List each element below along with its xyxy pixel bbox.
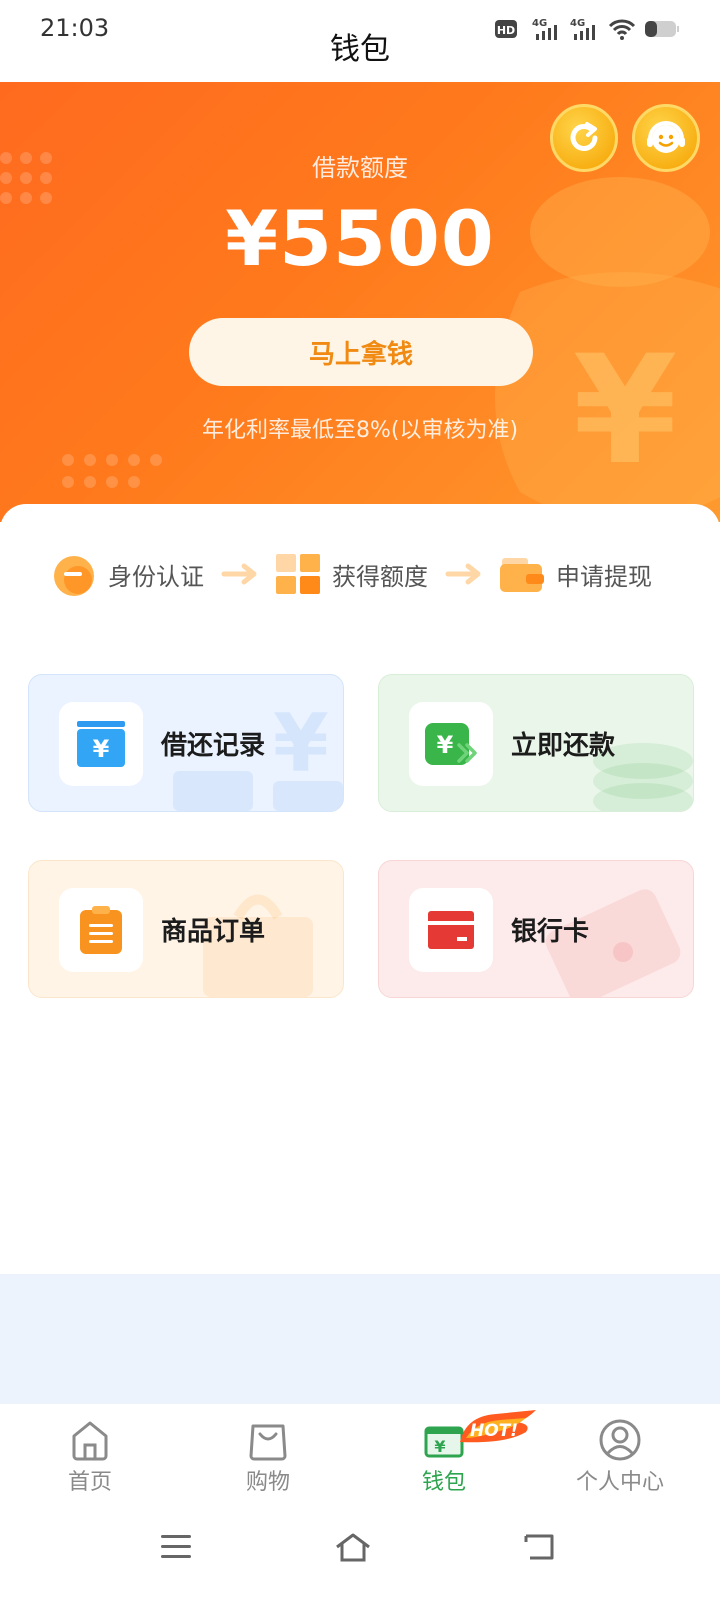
battery-icon [645,21,679,37]
arrow-right-icon [221,563,257,585]
tab-wallet[interactable]: ¥ HOT! 钱包 [354,1410,536,1504]
wallet-content: 身份认证 获得额度 申请提现 ¥ ¥ 借还记录 ¥ 立即还款 商品订单 银行卡 [0,504,720,1274]
credit-hero: ¥ 借款额度 ¥5500 马上拿钱 年化利率最低至8%(以审核为准) [0,82,720,522]
tab-shopping[interactable]: 购物 [178,1418,358,1504]
repay-icon: ¥ [425,723,477,765]
arrow-right-icon [445,563,481,585]
home-icon [72,1421,108,1461]
clipboard-icon [80,906,122,954]
credit-limit-label: 借款额度 [312,154,408,182]
tab-label: 购物 [245,1470,290,1495]
product-orders-tile[interactable]: 商品订单 [28,860,344,998]
tile-icon-box: ¥ [59,702,143,786]
identity-icon [54,556,94,596]
yuan-card-icon: ¥ [77,721,125,767]
svg-text:HD: HD [497,24,515,37]
step-label: 申请提现 [556,562,652,591]
tab-home[interactable]: 首页 [0,1418,180,1504]
menu-icon[interactable] [160,1532,192,1562]
svg-text:¥: ¥ [273,701,329,790]
wifi-icon [608,19,636,40]
signal-4g-icon-2: 4G [570,18,595,40]
svg-text:¥: ¥ [437,731,454,759]
loan-steps: 身份认证 获得额度 申请提现 [0,544,720,604]
loan-records-tile[interactable]: ¥ ¥ 借还记录 [28,674,344,812]
back-icon[interactable] [520,1532,556,1562]
signal-4g-icon: 4G [532,18,557,40]
tile-label: 银行卡 [511,917,590,947]
status-icons: HD 4G 4G [494,14,680,44]
svg-text:4G: 4G [570,18,585,29]
bank-card-icon [428,911,474,949]
step-credit: 获得额度 [274,544,428,604]
credit-limit-amount: ¥5500 [225,194,495,283]
repay-now-tile[interactable]: ¥ 立即还款 [378,674,694,812]
svg-text:¥: ¥ [93,735,110,763]
bottom-tab-bar: 首页 购物 ¥ HOT! 钱包 个人中心 [0,1404,720,1504]
tab-profile[interactable]: 个人中心 [530,1418,710,1504]
tab-label: 首页 [67,1470,112,1495]
credit-icon [276,554,320,594]
tile-label: 商品订单 [161,917,266,947]
tile-label: 借还记录 [161,731,266,761]
decor-dots-2 [62,454,162,488]
svg-text:¥: ¥ [434,1437,445,1456]
interest-rate-note: 年化利率最低至8%(以审核为准) [201,418,519,443]
bank-card-tile[interactable]: 银行卡 [378,860,694,998]
person-icon [599,1419,641,1461]
spacer-band [0,1274,720,1404]
step-identity: 身份认证 [50,544,204,604]
status-bar: 21:03 钱包 HD 4G 4G [0,0,720,82]
tab-label: 个人中心 [575,1470,664,1495]
hd-icon: HD [495,20,517,38]
step-label: 获得额度 [332,562,428,591]
tab-label: 钱包 [421,1470,466,1495]
svg-text:HOT!: HOT! [470,1421,518,1441]
shopping-bag-icon [249,1424,287,1461]
tile-label: 立即还款 [511,731,616,761]
svg-text:4G: 4G [532,18,547,29]
home-nav-icon[interactable] [334,1532,372,1564]
tile-icon-box [409,888,493,972]
tile-icon-box [59,888,143,972]
step-withdraw: 申请提现 [498,544,652,604]
svg-text:¥: ¥ [573,324,677,498]
get-money-button[interactable]: 马上拿钱 [189,318,533,386]
step-label: 身份认证 [108,562,204,591]
tile-icon-box: ¥ [409,702,493,786]
system-nav-bar [0,1504,720,1600]
wallet-icon [500,558,544,592]
